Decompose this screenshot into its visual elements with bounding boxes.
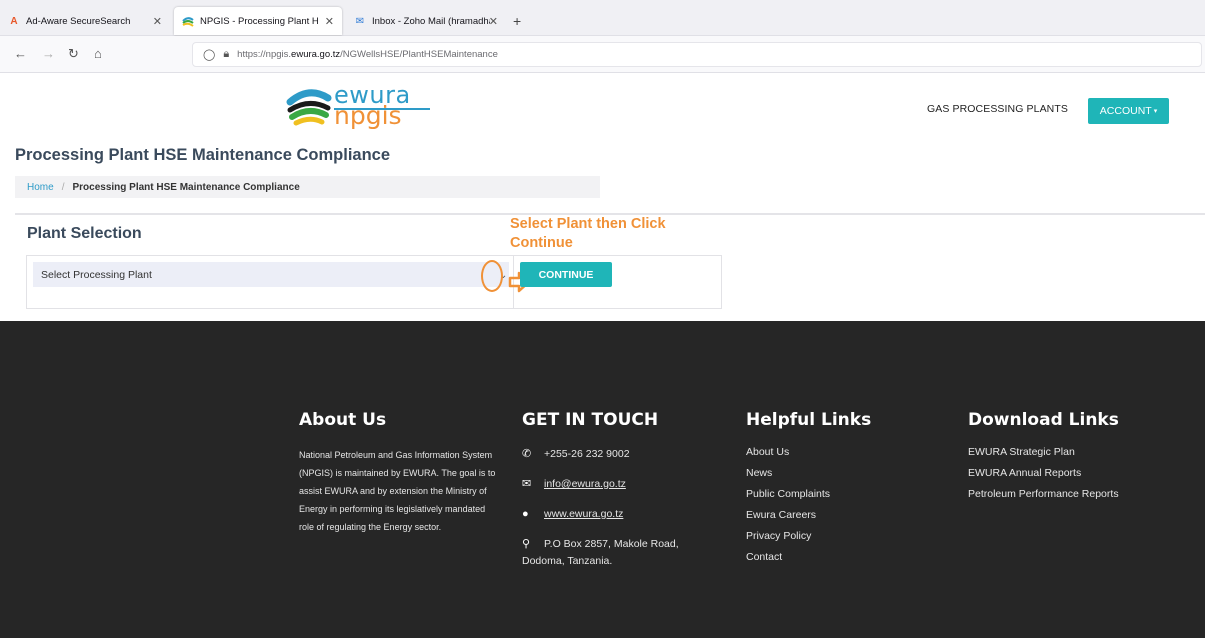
contact-email-link[interactable]: info@ewura.go.tz (544, 476, 626, 493)
footer-link-news[interactable]: News (746, 467, 871, 480)
shield-icon: ◯ (203, 49, 216, 61)
back-icon[interactable]: ← (14, 46, 27, 61)
footer-link-privacy-policy[interactable]: Privacy Policy (746, 530, 871, 543)
plant-selection-form: Select Processing Plant ⌄ (26, 255, 722, 309)
account-dropdown-button[interactable]: ACCOUNT ▾ (1088, 98, 1169, 124)
footer-download-heading: Download Links (968, 410, 1119, 430)
account-label: ACCOUNT (1099, 105, 1152, 117)
footer-link-public-complaints[interactable]: Public Complaints (746, 488, 871, 501)
ewura-logo[interactable]: ewura npgis (286, 81, 436, 130)
close-icon[interactable]: ✕ (153, 15, 162, 28)
caret-down-icon: ▾ (1153, 108, 1158, 115)
envelope-icon: ✉ (522, 478, 532, 490)
new-tab-icon[interactable]: + (513, 13, 521, 29)
contact-address: ⚲ P.O Box 2857, Makole Road, Dodoma, Tanz… (522, 536, 702, 570)
lock-icon: 🔒︎ (223, 48, 230, 60)
footer-link-strategic-plan[interactable]: EWURA Strategic Plan (968, 446, 1119, 459)
footer-helpful-links: Helpful Links About Us News Public Compl… (746, 410, 871, 572)
contact-email: ✉ info@ewura.go.tz (522, 476, 702, 493)
footer-about-heading: About Us (299, 410, 387, 430)
contact-address-text: P.O Box 2857, Makole Road, Dodoma, Tanza… (522, 538, 679, 567)
globe-icon: ● (522, 508, 529, 520)
footer-about-text: National Petroleum and Gas Information S… (299, 450, 496, 532)
browser-tab-bar: A Ad-Aware SecureSearch ✕ NPGIS - Proces… (0, 0, 1205, 36)
breadcrumb-separator: / (61, 181, 65, 193)
address-bar[interactable]: ◯ 🔒︎ https://npgis. ewura.go.tz/NGWellsHS… (192, 42, 1202, 67)
footer-about: About Us National Petroleum and Gas Info… (299, 410, 499, 536)
reload-icon[interactable]: ↻ (68, 46, 79, 62)
tab-label: Inbox - Zoho Mail (hramadhani (372, 15, 490, 27)
npgis-icon (182, 15, 194, 27)
page-title: Processing Plant HSE Maintenance Complia… (15, 146, 391, 164)
tab-npgis[interactable]: NPGIS - Processing Plant HSE M ✕ (174, 7, 342, 35)
url-path: /NGWellsHSE/PlantHSEMaintenance (340, 49, 498, 60)
select-placeholder: Select Processing Plant (41, 268, 152, 281)
site-footer: About Us National Petroleum and Gas Info… (0, 321, 1205, 638)
contact-phone-text: +255-26 232 9002 (544, 448, 630, 460)
nav-gas-processing-plants[interactable]: GAS PROCESSING PLANTS (927, 103, 1068, 115)
contact-website-link[interactable]: www.ewura.go.tz (544, 506, 623, 523)
mail-icon: ✉ (355, 15, 365, 27)
tab-zoho-mail[interactable]: ✉ Inbox - Zoho Mail (hramadhani ✕ (346, 7, 506, 35)
url-prefix: https://npgis. (237, 49, 292, 60)
breadcrumb-current: Processing Plant HSE Maintenance Complia… (72, 181, 300, 193)
breadcrumb: Home / Processing Plant HSE Maintenance … (15, 176, 600, 198)
footer-contact: GET IN TOUCH ✆ +255-26 232 9002 ✉ info@e… (522, 410, 702, 583)
footer-helpful-heading: Helpful Links (746, 410, 872, 430)
footer-link-annual-reports[interactable]: EWURA Annual Reports (968, 467, 1119, 480)
tab-adaware[interactable]: A Ad-Aware SecureSearch ✕ (0, 7, 170, 35)
logo-text-npgis: npgis (334, 101, 402, 130)
home-icon[interactable]: ⌂ (94, 46, 102, 61)
tab-label: NPGIS - Processing Plant HSE M (200, 15, 318, 27)
footer-download-links: Download Links EWURA Strategic Plan EWUR… (968, 410, 1119, 509)
footer-link-contact[interactable]: Contact (746, 551, 871, 564)
contact-website: ● www.ewura.go.tz (522, 506, 702, 523)
footer-link-about-us[interactable]: About Us (746, 446, 871, 459)
annotation-circle (481, 260, 503, 292)
footer-contact-heading: GET IN TOUCH (522, 410, 659, 430)
processing-plant-select[interactable]: Select Processing Plant ⌄ (33, 262, 509, 287)
section-title-plant-selection: Plant Selection (27, 225, 142, 242)
map-marker-icon: ⚲ (522, 538, 531, 550)
url-domain: ewura.go.tz (291, 49, 341, 60)
footer-link-ewura-careers[interactable]: Ewura Careers (746, 509, 871, 522)
helpful-links-list: About Us News Public Complaints Ewura Ca… (746, 446, 871, 564)
forward-icon[interactable]: → (42, 46, 55, 61)
browser-nav-bar: ← → ↻ ⌂ ◯ 🔒︎ https://npgis. ewura.go.tz/N… (0, 36, 1205, 73)
tab-label: Ad-Aware SecureSearch (26, 15, 131, 27)
phone-icon: ✆ (522, 448, 532, 460)
close-icon[interactable]: ✕ (489, 15, 498, 28)
download-links-list: EWURA Strategic Plan EWURA Annual Report… (968, 446, 1119, 501)
close-icon[interactable]: ✕ (325, 15, 334, 28)
adaware-icon: A (10, 15, 18, 27)
contact-phone: ✆ +255-26 232 9002 (522, 446, 702, 463)
continue-button[interactable]: CONTINUE (520, 262, 612, 287)
ewura-logo-mark-icon (286, 89, 332, 126)
instruction-annotation: Select Plant then Click Continue (510, 216, 666, 251)
breadcrumb-home-link[interactable]: Home (27, 182, 54, 193)
footer-link-performance-reports[interactable]: Petroleum Performance Reports (968, 488, 1119, 501)
